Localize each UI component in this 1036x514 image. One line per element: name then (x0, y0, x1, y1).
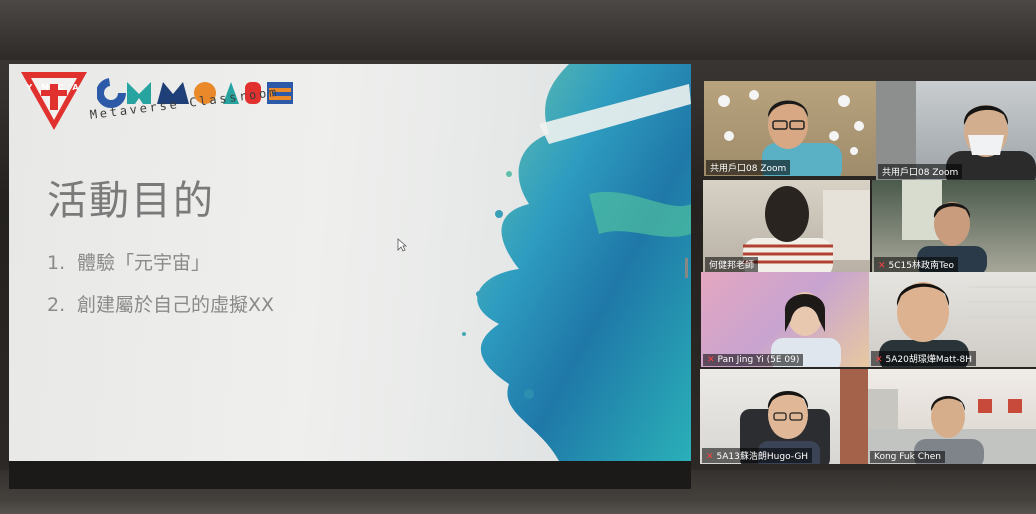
participant-name: ✕ 5A20胡璟燁Matt-8H (871, 351, 976, 366)
slide-title: 活動目的 (47, 178, 215, 224)
slide-bullet: 1. 體驗「元宇宙」 (47, 252, 211, 274)
ymca-logo-icon (21, 72, 87, 130)
participant-video (771, 292, 841, 367)
participant-name: ✕ 5A13蘇浩朗Hugo-GH (702, 448, 813, 463)
mic-muted-icon: ✕ (706, 452, 714, 462)
participant-tile[interactable]: ✕ Pan Jing Yi (5E 09) (701, 272, 869, 367)
participant-name: Kong Fuk Chen (870, 451, 945, 463)
participant-tile[interactable]: ✕ 5C15林政南Teo (872, 180, 1036, 273)
participant-name: 共用戶口08 Zoom (878, 164, 963, 179)
mic-muted-icon: ✕ (878, 261, 886, 271)
panel-divider-handle[interactable] (685, 258, 688, 278)
participant-video (868, 389, 1036, 464)
participant-tile[interactable]: 何健邦老師 (703, 180, 870, 273)
slide-bottom-bar (9, 461, 691, 489)
mic-muted-icon: ✕ (875, 355, 883, 365)
participant-name: 何健邦老師 (705, 257, 759, 272)
participant-gallery: 共用戶口08 Zoom 共用戶口08 Zoom 何健邦老師 ✕ 5C15林政南T… (697, 76, 1036, 471)
slide-bullet: 2. 創建屬於自己的虛擬XX (47, 294, 275, 316)
mouse-pointer-icon (397, 238, 407, 252)
mic-muted-icon: ✕ (707, 355, 715, 365)
participant-tile[interactable]: 共用戶口08 Zoom (876, 81, 1036, 180)
participant-tile[interactable]: Kong Fuk Chen (868, 369, 1036, 464)
participant-name: ✕ 5C15林政南Teo (874, 257, 959, 272)
shared-slide: Y M C A Metaverse Classroom 活動目的 1. 體驗「元宇… (9, 64, 691, 461)
participant-tile[interactable]: ✕ 5A13蘇浩朗Hugo-GH (700, 369, 868, 464)
participant-tile[interactable]: 共用戶口08 Zoom (704, 81, 877, 176)
watercolor-splash (462, 64, 691, 461)
ymca-logo-text: Y M C A (26, 83, 82, 92)
participant-name: ✕ Pan Jing Yi (5E 09) (703, 354, 804, 366)
participant-tile[interactable]: ✕ 5A20胡璟燁Matt-8H (869, 272, 1036, 367)
room-wall (0, 0, 1036, 60)
participant-name: 共用戶口08 Zoom (706, 160, 791, 175)
